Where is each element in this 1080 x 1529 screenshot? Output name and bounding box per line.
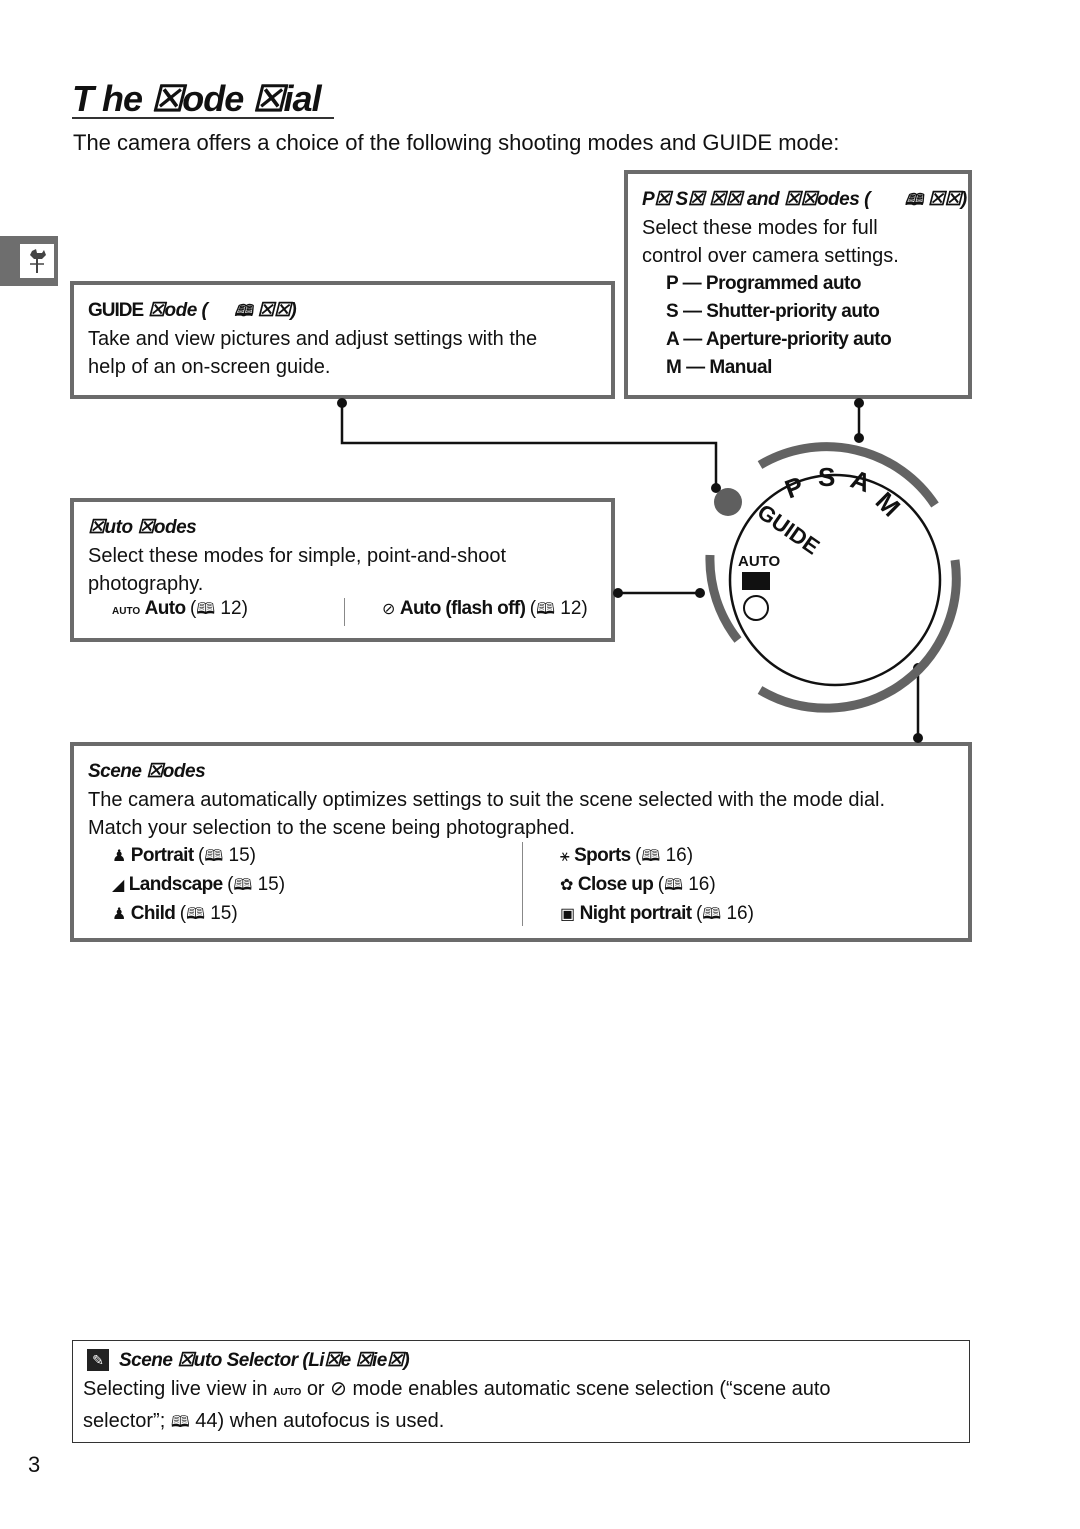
child-icon: ♟ xyxy=(112,906,127,923)
scene-item-child: ♟ Child (🕮 15) xyxy=(112,903,238,924)
note-line-2: selector”; 🕮 44) when autofocus is used. xyxy=(83,1407,831,1437)
note-heading: Scene ☒uto Selector (Li☒e ☒ie☒) xyxy=(119,1350,410,1371)
scene-item-portrait: ♟ Portrait (🕮 15) xyxy=(112,845,256,866)
page-number: 3 xyxy=(28,1452,41,1477)
pencil-note-icon: ✎ xyxy=(87,1349,109,1371)
night-portrait-icon: ▣ xyxy=(560,906,576,923)
scene-modes-box: Scene ☒odes The camera automatically opt… xyxy=(70,742,972,942)
mode-dial-diagram: P S A M GUIDE AUTO xyxy=(337,398,961,743)
dial-s: S xyxy=(818,462,835,492)
column-divider xyxy=(522,842,523,926)
auto-camera-icon: AUTO xyxy=(273,1387,302,1398)
sports-icon: ⚹ xyxy=(560,848,570,865)
dial-auto: AUTO xyxy=(738,553,781,570)
landscape-icon: ◢ xyxy=(112,877,125,894)
book-icon: 🕮 xyxy=(170,1414,190,1431)
portrait-icon: ♟ xyxy=(112,848,127,865)
auto-camera-icon xyxy=(742,572,770,590)
scene-item-night-portrait: ▣ Night portrait (🕮 16) xyxy=(560,903,754,924)
dial-indicator xyxy=(714,488,742,516)
close-up-icon: ✿ xyxy=(560,877,574,894)
scene-item-sports: ⚹ Sports (🕮 16) xyxy=(560,845,694,866)
scene-text-2: Match your selection to the scene being … xyxy=(88,817,575,839)
note-box: ✎ Scene ☒uto Selector (Li☒e ☒ie☒) Select… xyxy=(72,1340,970,1443)
guide-connector xyxy=(340,403,718,488)
flash-off-icon: ⊘ xyxy=(330,1378,347,1400)
scene-heading: Scene ☒odes xyxy=(88,761,206,782)
scene-item-close-up: ✿ Close up (🕮 16) xyxy=(560,874,716,895)
scene-item-landscape: ◢ Landscape (🕮 15) xyxy=(112,874,286,895)
scene-text-1: The camera automatically optimizes setti… xyxy=(88,789,886,811)
note-line-1: Selecting live view in AUTO or ⊘ mode en… xyxy=(83,1378,831,1400)
